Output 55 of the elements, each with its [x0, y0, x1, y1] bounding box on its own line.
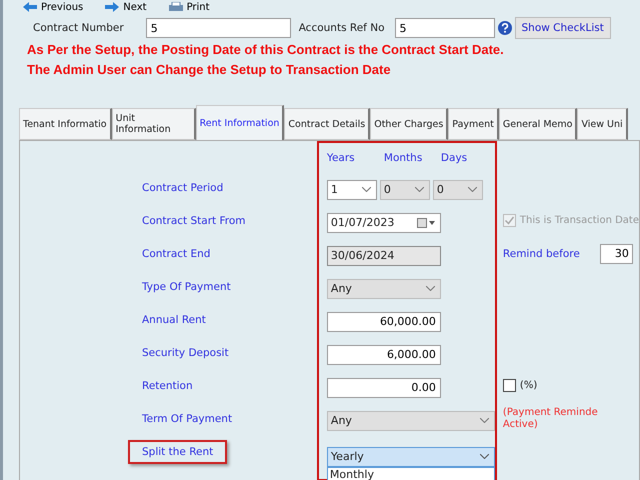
- field-label: Annual Rent: [142, 314, 206, 326]
- period-header: Days: [440, 152, 468, 164]
- chevron-down-icon: [426, 286, 435, 291]
- checkbox-icon: [502, 214, 516, 227]
- field-label: Retention: [142, 380, 193, 392]
- amount-field[interactable]: 60,000.00: [326, 312, 441, 332]
- period-header: Years: [326, 152, 356, 164]
- right-arrow-icon: [105, 2, 120, 12]
- period-header: Months: [384, 152, 424, 164]
- tab[interactable]: Rent Information: [196, 105, 284, 140]
- contract-number-label: Contract Number: [33, 22, 124, 34]
- field-label: Contract End: [142, 248, 210, 260]
- left-arrow-icon: [23, 2, 37, 12]
- chevron-down-icon: [480, 454, 489, 459]
- contract-end-field: 30/06/2024: [326, 246, 441, 266]
- period-dropdown[interactable]: 1: [326, 180, 377, 200]
- toolbar-button[interactable]: Previous: [23, 0, 84, 14]
- dropdown-option[interactable]: Monthly: [328, 468, 494, 480]
- notice-text: The Admin User can Change the Setup to Transaction Date: [26, 61, 392, 79]
- contract-number-field[interactable]: 5: [146, 18, 291, 38]
- notice-text: As Per the Setup, the Posting Date of this Contract is the Contract Start Date.: [26, 41, 505, 59]
- tab[interactable]: View Uni: [577, 108, 628, 140]
- tab[interactable]: Other Charges: [370, 108, 448, 140]
- printer-icon: [168, 2, 183, 12]
- field-label: Split the Rent: [128, 440, 228, 464]
- chevron-down-icon: [414, 187, 424, 192]
- field-label: Term Of Payment: [142, 412, 232, 424]
- show-checklist-button[interactable]: Show CheckList: [514, 17, 611, 39]
- field-label: Security Deposit: [142, 346, 229, 358]
- remind-before-label: Remind before: [502, 248, 581, 260]
- tab[interactable]: General Memo: [498, 108, 578, 140]
- help-icon[interactable]: [498, 21, 512, 35]
- amount-field[interactable]: 6,000.00: [326, 344, 441, 364]
- tab[interactable]: Payment: [448, 108, 499, 140]
- tab[interactable]: Unit Information: [112, 108, 196, 140]
- calendar-icon: [416, 218, 435, 228]
- accounts-ref-label: Accounts Ref No: [298, 22, 384, 34]
- field-label: Contract Period: [142, 182, 224, 194]
- payment-reminder-note: (Payment Reminde Active): [502, 406, 598, 430]
- chevron-down-icon: [362, 187, 371, 192]
- tab[interactable]: Tenant Informatio: [19, 108, 112, 140]
- date-picker[interactable]: 01/07/2023: [326, 212, 441, 232]
- chevron-down-icon: [468, 187, 477, 192]
- toolbar-button[interactable]: Next: [105, 0, 147, 14]
- split-rent-dropdown[interactable]: Yearly: [326, 446, 495, 466]
- field-label: Type Of Payment: [142, 280, 231, 292]
- toolbar-button[interactable]: Print: [168, 0, 210, 14]
- amount-field[interactable]: 0.00: [326, 378, 441, 398]
- chevron-down-icon: [480, 418, 489, 423]
- remind-days-field[interactable]: 30: [600, 244, 633, 264]
- field-label: Contract Start From: [142, 214, 246, 226]
- checkbox[interactable]: (%): [502, 379, 538, 392]
- checkbox-icon: [502, 379, 516, 392]
- accounts-ref-field[interactable]: 5: [394, 18, 494, 38]
- tab[interactable]: Contract Details: [284, 108, 370, 140]
